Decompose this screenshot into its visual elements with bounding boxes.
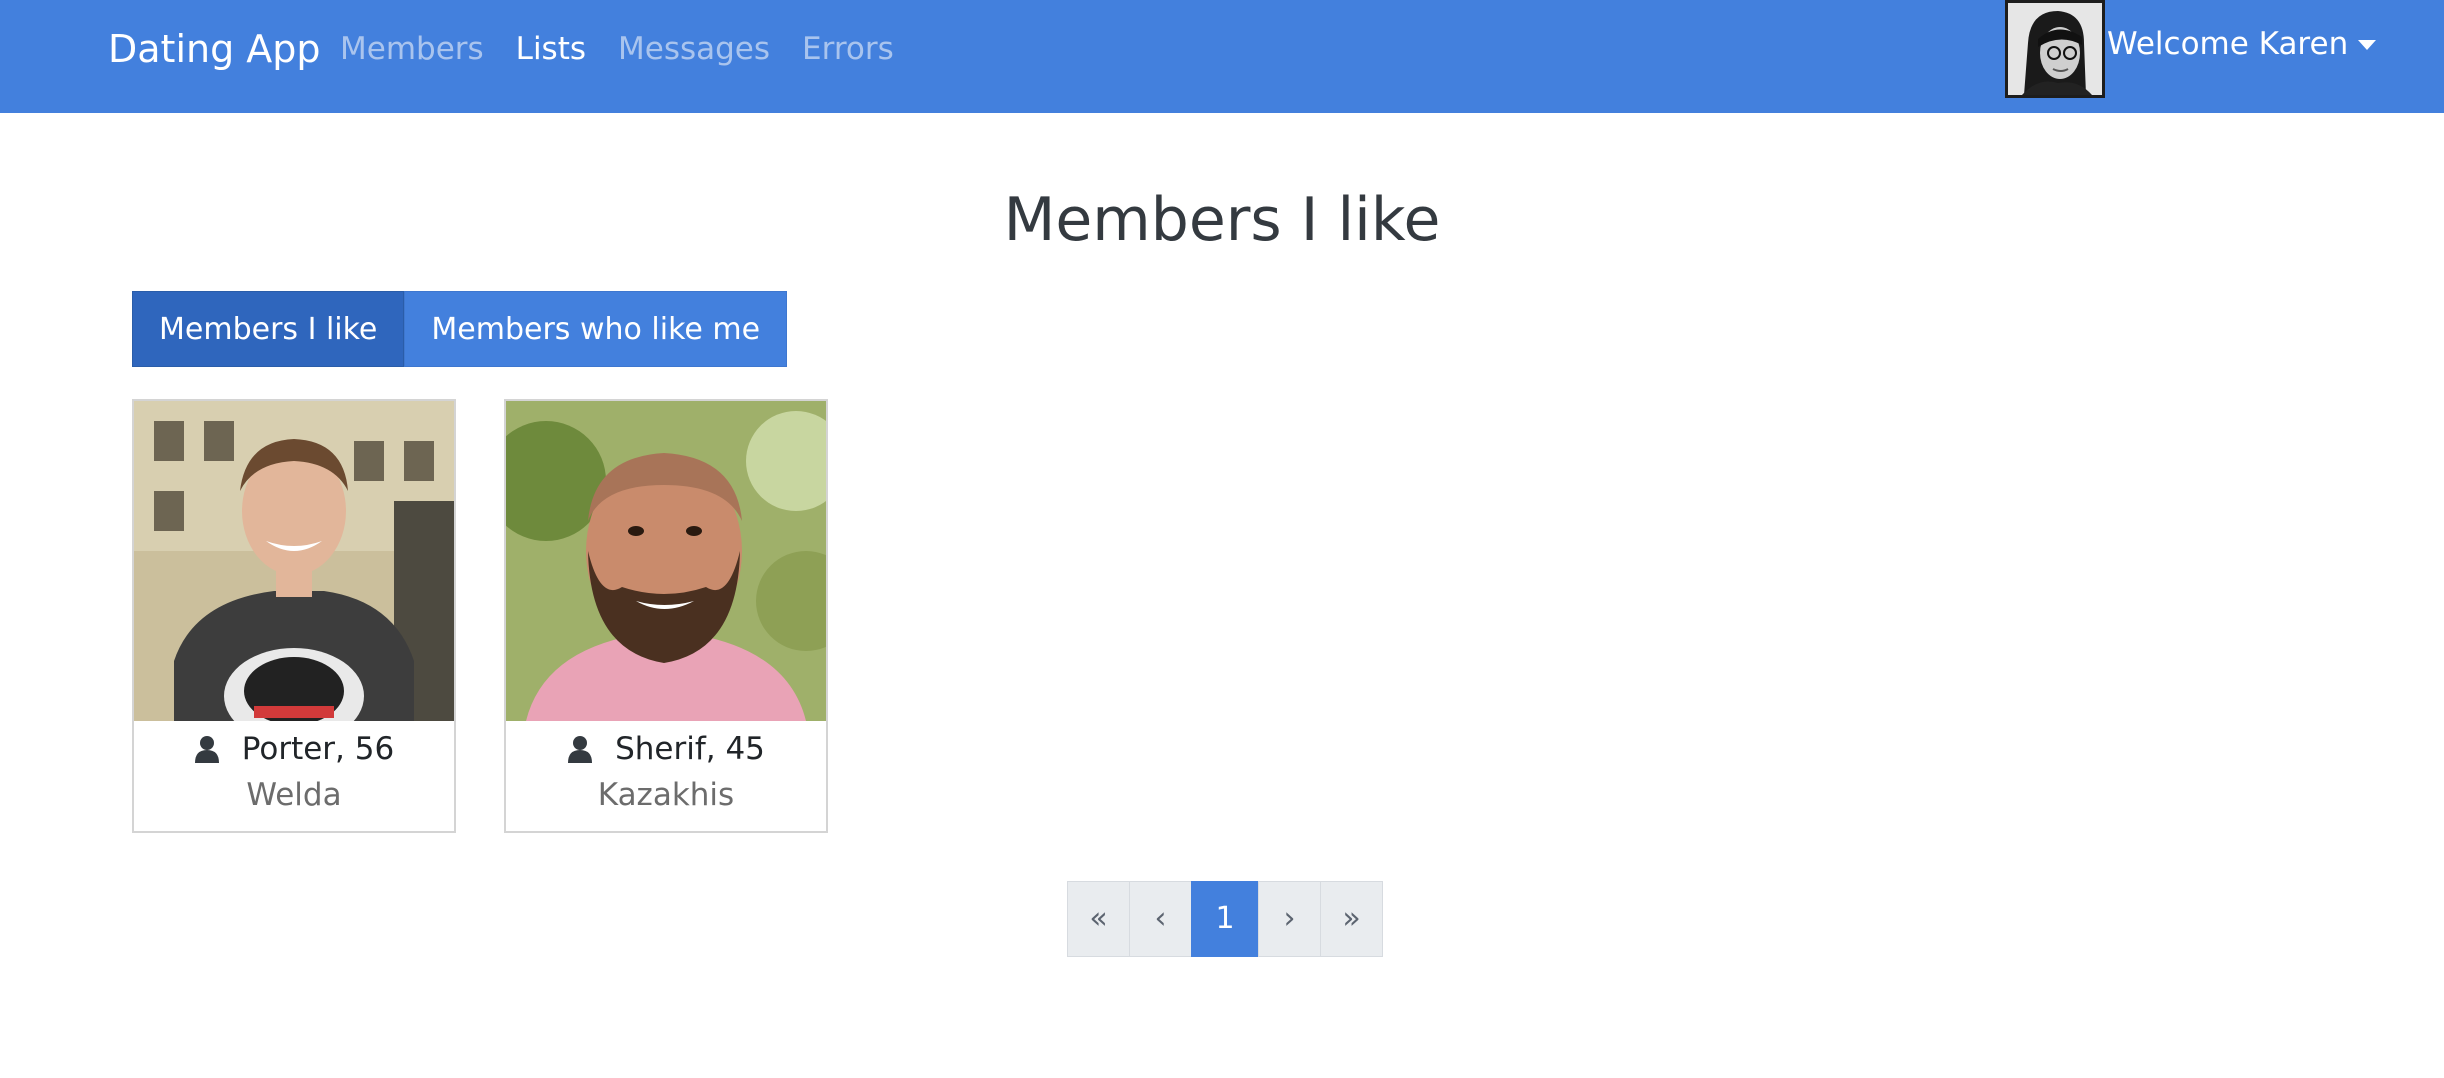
pagination: « ‹ 1 › » — [1067, 881, 1383, 957]
user-icon — [194, 736, 219, 763]
pagination-last-button[interactable]: » — [1320, 881, 1383, 957]
nav-link-lists[interactable]: Lists — [516, 29, 586, 69]
member-name-row: Porter, 56 — [134, 727, 454, 771]
member-card[interactable]: Sherif, 45 Kazakhis — [504, 399, 828, 833]
pagination-next-button[interactable]: › — [1258, 881, 1321, 957]
nav-link-messages[interactable]: Messages — [618, 29, 770, 69]
members-who-like-me-button[interactable]: Members who like me — [404, 291, 788, 367]
page-title: Members I like — [1003, 185, 1441, 255]
member-card-body: Sherif, 45 Kazakhis — [506, 721, 826, 819]
member-city: Kazakhis — [597, 777, 735, 813]
user-menu: Welcome Karen — [2005, 0, 2377, 100]
member-card-body: Porter, 56 Welda — [134, 721, 454, 819]
nav-link-errors[interactable]: Errors — [802, 29, 894, 69]
pagination-prev-button[interactable]: ‹ — [1129, 881, 1192, 957]
member-photo — [506, 401, 826, 721]
member-city: Welda — [246, 777, 342, 813]
caret-down-icon — [2358, 40, 2377, 50]
brand-link[interactable]: Dating App — [108, 26, 321, 72]
likes-filter-toggle: Members I like Members who like me — [132, 291, 788, 367]
nav-links: Members Lists Messages Errors — [340, 29, 926, 69]
member-card[interactable]: Porter, 56 Welda — [132, 399, 456, 833]
pagination-page-1[interactable]: 1 — [1191, 881, 1259, 957]
member-name-age: Sherif, 45 — [615, 731, 765, 767]
user-icon — [568, 736, 593, 763]
member-card-list: Porter, 56 Welda Sherif, 45 Kazakhis — [132, 399, 876, 833]
user-dropdown-toggle[interactable]: Welcome Karen — [2107, 24, 2377, 64]
member-photo — [134, 401, 454, 721]
welcome-text: Welcome Karen — [2107, 26, 2349, 62]
user-avatar — [2005, 0, 2105, 98]
pagination-first-button[interactable]: « — [1067, 881, 1130, 957]
members-i-like-button[interactable]: Members I like — [132, 291, 405, 367]
member-name-age: Porter, 56 — [241, 731, 395, 767]
member-name-row: Sherif, 45 — [506, 727, 826, 771]
top-navbar: Dating App Members Lists Messages Errors… — [0, 0, 2444, 113]
nav-link-members[interactable]: Members — [340, 29, 484, 69]
